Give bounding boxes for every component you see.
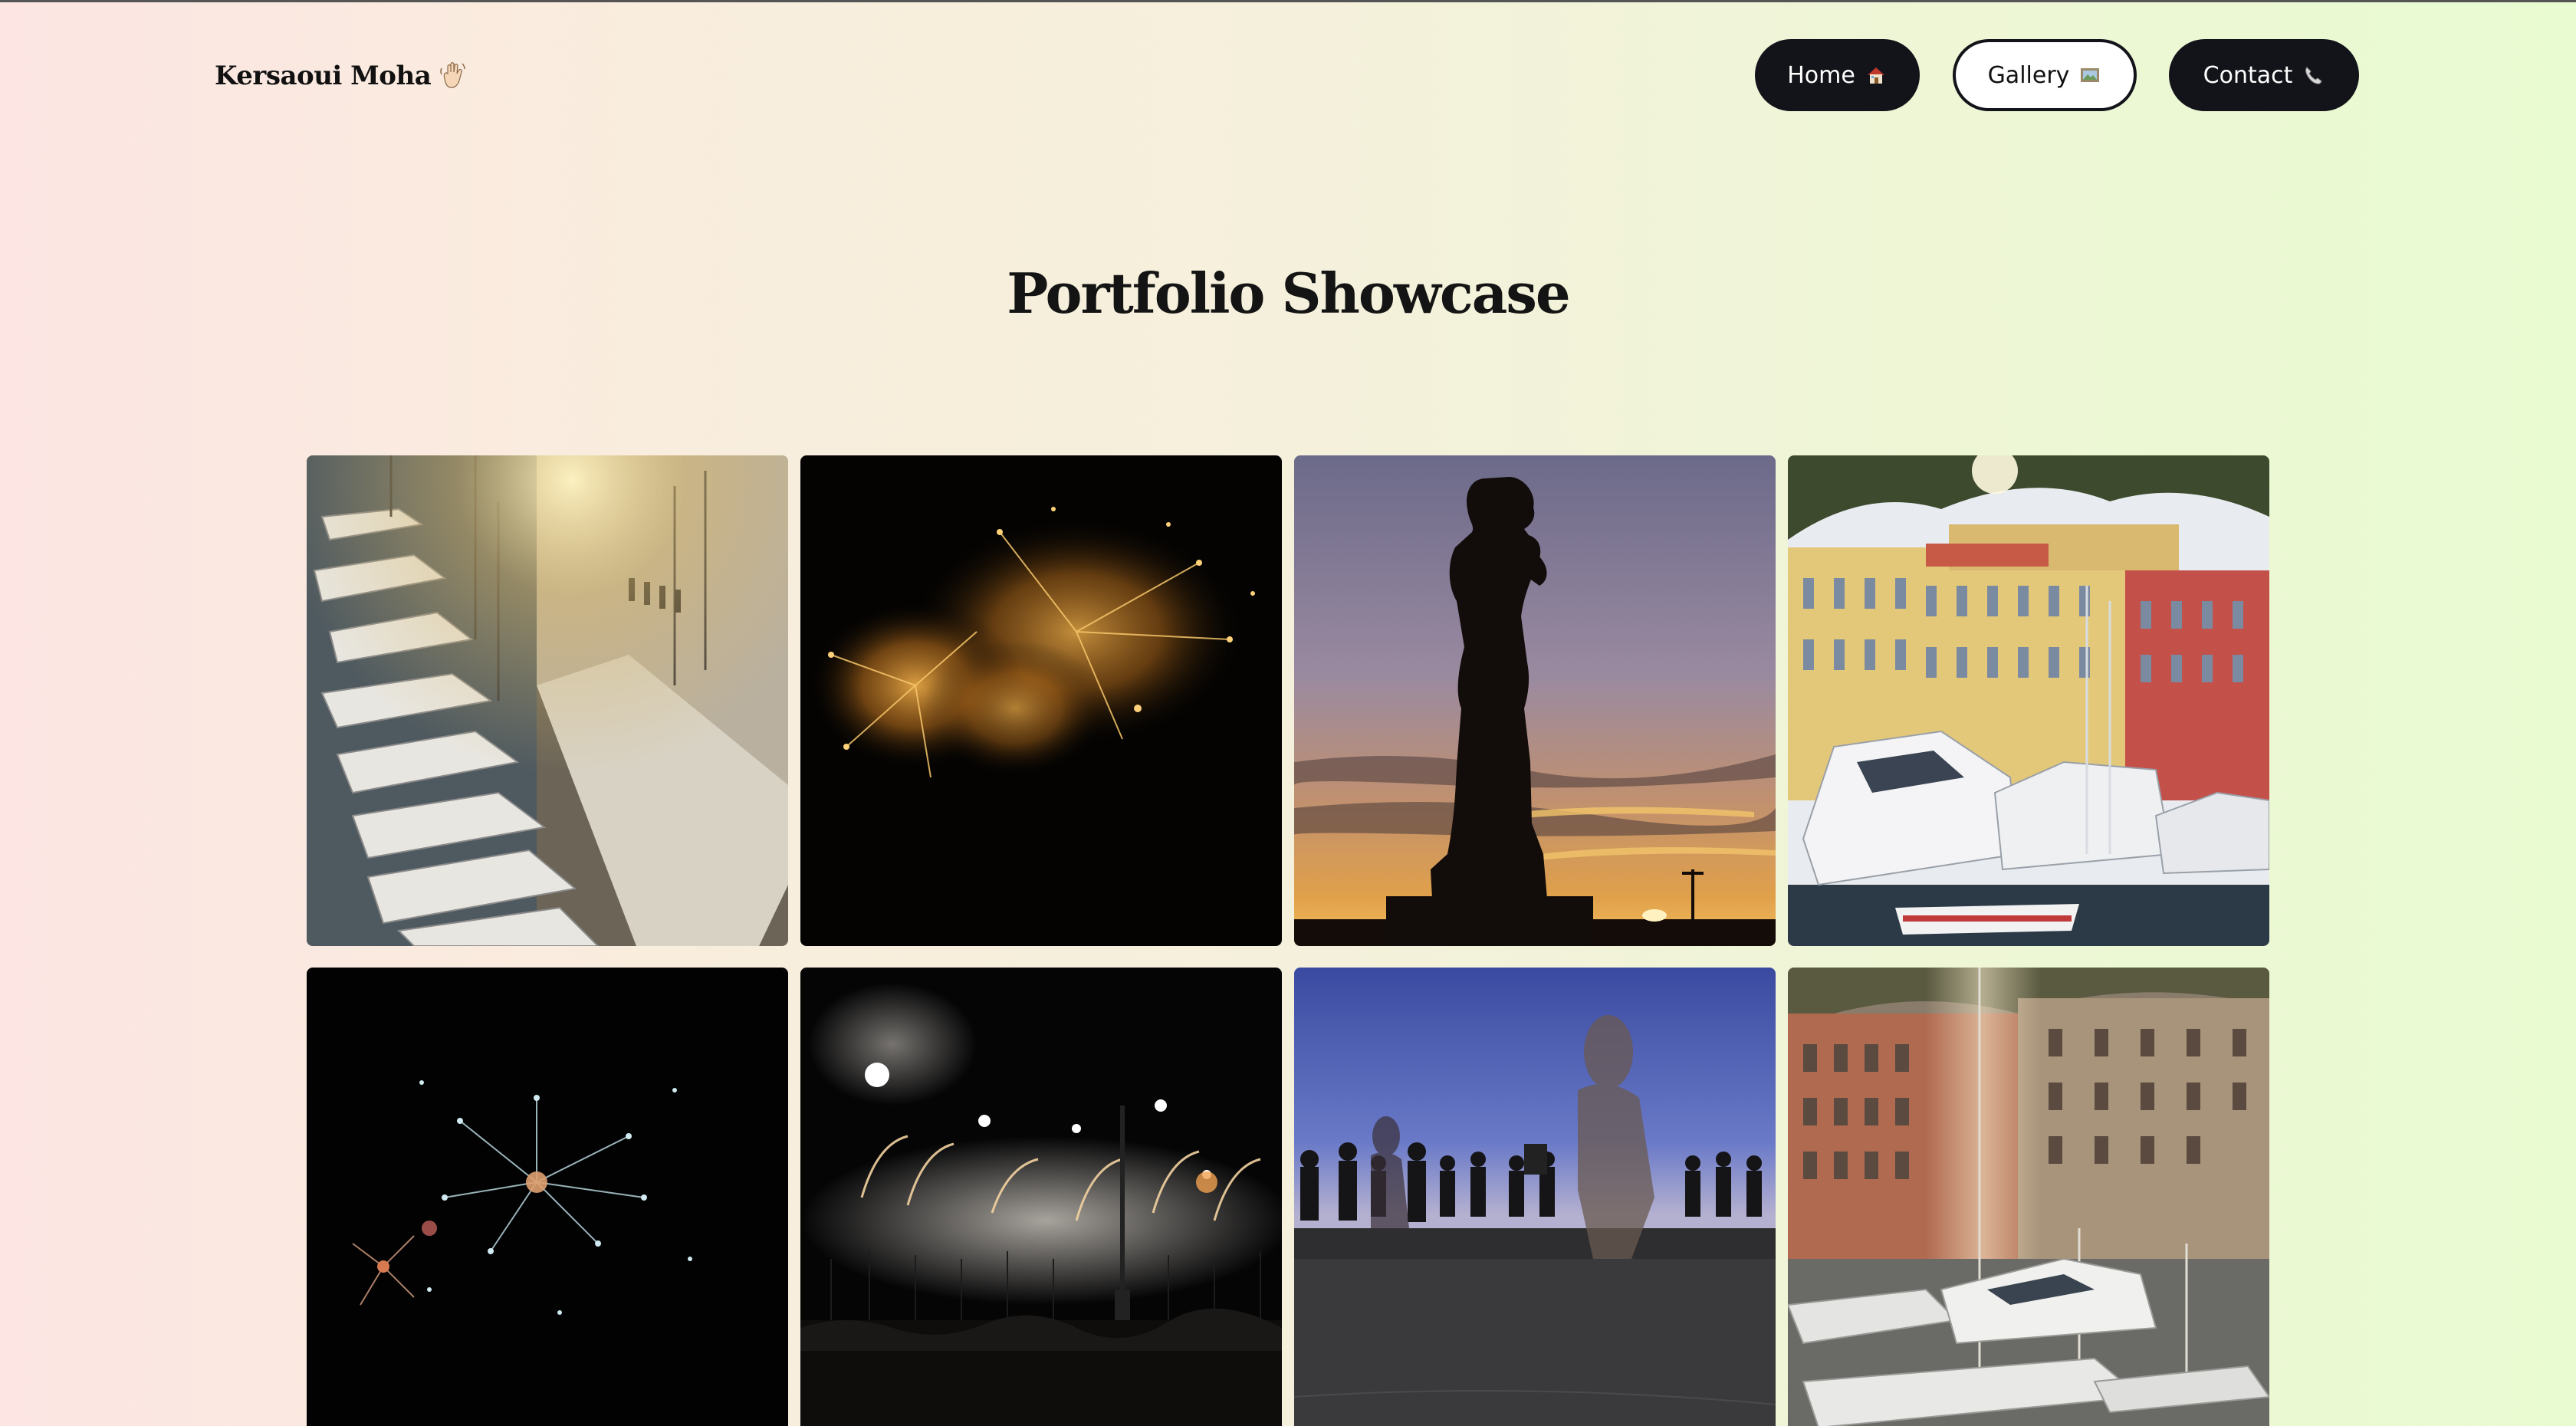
harbor-flare-image [1788,968,2269,1426]
waving-hand-icon [440,62,465,88]
top-border [0,0,2576,2]
golden-fireworks-image [800,455,1282,946]
gallery-photo-golden-fireworks[interactable] [800,455,1282,946]
house-icon [1867,67,1884,84]
gallery-photo-crowd-blue-hour[interactable] [1294,968,1776,1426]
nav-home-button[interactable]: Home [1755,39,1920,111]
framed-picture-icon [2081,68,2100,82]
gallery-photo-statue-sunset[interactable] [1294,455,1776,946]
blue-fireworks-image [307,968,788,1426]
telephone-icon [2305,67,2322,84]
harbor-fireworks-image [800,968,1282,1426]
brand-name: Kersaoui Moha [215,61,432,91]
harbor-boats-image [307,455,788,946]
crowd-blue-hour-image [1294,968,1776,1426]
gallery-photo-harbor-boats[interactable] [307,455,788,946]
statue-sunset-image [1294,455,1776,946]
nav-home-label: Home [1787,61,1855,89]
nav-gallery-label: Gallery [1987,61,2070,89]
nav-contact-button[interactable]: Contact [2169,39,2359,111]
gallery-photo-blue-fireworks[interactable] [307,968,788,1426]
nav-gallery-button[interactable]: Gallery [1953,39,2137,111]
nav-contact-label: Contact [2203,61,2293,89]
gallery-photo-harbor-flare[interactable] [1788,968,2269,1426]
page-title: Portfolio Showcase [1007,261,1570,326]
yachts-buildings-image [1788,455,2269,946]
gallery-photo-harbor-fireworks[interactable] [800,968,1282,1426]
brand-logo[interactable]: Kersaoui Moha [215,57,466,95]
gallery-photo-yachts-buildings[interactable] [1788,455,2269,946]
